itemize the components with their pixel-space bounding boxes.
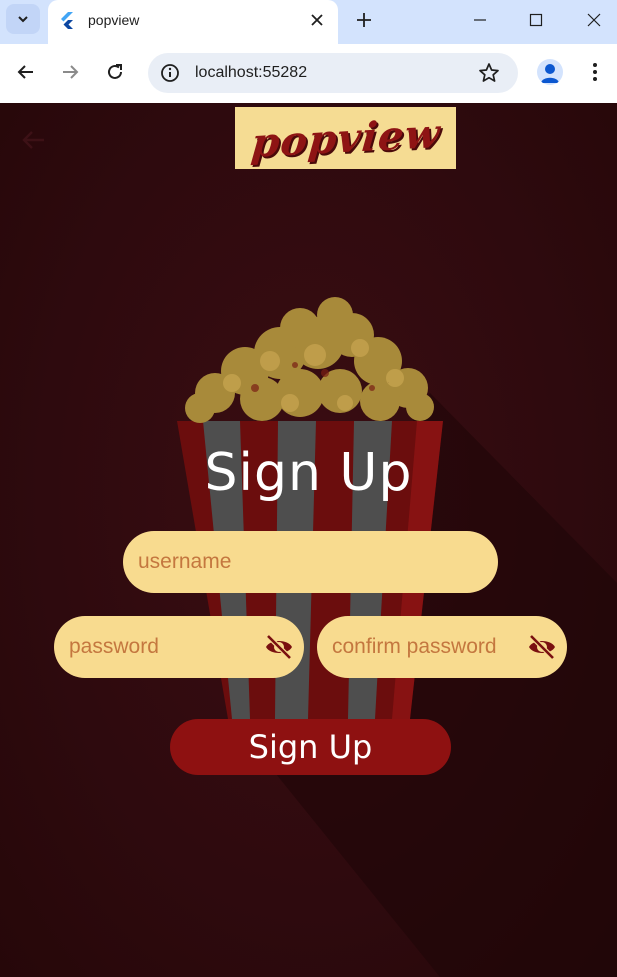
tab-search-button[interactable] [6, 4, 40, 34]
account-icon [541, 64, 559, 83]
address-bar[interactable]: localhost:55282 [148, 53, 518, 93]
profile-button[interactable] [537, 59, 563, 85]
forward-button[interactable] [56, 58, 84, 86]
plus-icon [357, 13, 371, 27]
eye-off-icon[interactable] [264, 632, 294, 662]
maximize-button[interactable] [520, 6, 552, 34]
arrow-right-icon [63, 65, 79, 79]
new-tab-button[interactable] [352, 8, 376, 32]
logo-text: popview [248, 109, 443, 167]
close-icon [587, 13, 601, 27]
close-icon [311, 14, 323, 26]
minimize-icon [474, 19, 486, 21]
username-input[interactable] [138, 531, 478, 593]
sign-up-button[interactable]: Sign Up [170, 719, 451, 775]
browser-tab[interactable]: popview [48, 0, 338, 44]
password-input[interactable] [69, 616, 249, 678]
app-page: popview Sign Up Sign Up [0, 103, 617, 977]
tab-bar: popview [0, 0, 617, 44]
page-title: Sign Up [204, 443, 413, 503]
reload-button[interactable] [101, 58, 129, 86]
password-field[interactable] [54, 616, 304, 678]
browser-toolbar: localhost:55282 [0, 44, 617, 103]
confirm-password-input[interactable] [332, 616, 522, 678]
maximize-icon [529, 13, 543, 27]
eye-off-icon[interactable] [527, 632, 557, 662]
tab-close-button[interactable] [306, 9, 328, 31]
tab-title: popview [88, 12, 140, 28]
confirm-password-field[interactable] [317, 616, 567, 678]
username-field[interactable] [123, 531, 498, 593]
more-vert-icon [593, 63, 597, 81]
arrow-left-icon [17, 65, 33, 79]
arrow-back-icon[interactable] [18, 125, 48, 155]
flutter-icon [61, 12, 73, 29]
bookmark-star-icon[interactable] [478, 62, 500, 84]
app-logo: popview [235, 107, 456, 169]
reload-icon [108, 64, 122, 79]
url-text[interactable]: localhost:55282 [195, 64, 307, 82]
browser-menu-button[interactable] [583, 59, 607, 85]
info-icon[interactable] [160, 63, 180, 83]
minimize-button[interactable] [464, 6, 496, 34]
back-button[interactable] [12, 58, 40, 86]
chevron-down-icon [18, 16, 28, 23]
window-close-button[interactable] [578, 6, 610, 34]
